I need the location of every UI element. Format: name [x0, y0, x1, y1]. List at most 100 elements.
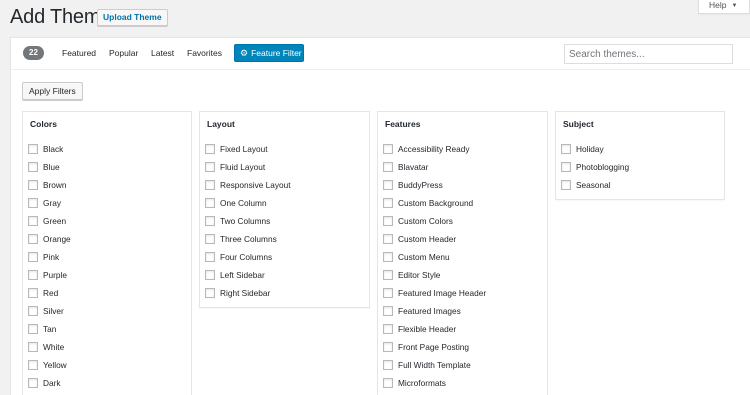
- checkbox[interactable]: [383, 288, 393, 298]
- option-label: Dark: [43, 378, 61, 388]
- filter-group-features: Features Accessibility Ready Blavatar Bu…: [377, 111, 548, 395]
- option-label: Tan: [43, 324, 57, 334]
- option-label: Fluid Layout: [220, 162, 266, 172]
- checkbox[interactable]: [205, 252, 215, 262]
- chevron-down-icon: ▼: [731, 3, 738, 9]
- checkbox[interactable]: [28, 306, 38, 316]
- checkbox[interactable]: [28, 144, 38, 154]
- theme-count-badge: 22: [23, 46, 44, 60]
- checkbox[interactable]: [205, 234, 215, 244]
- checkbox[interactable]: [383, 180, 393, 190]
- option-label: Red: [43, 288, 59, 298]
- checkbox[interactable]: [383, 162, 393, 172]
- option-label: Fixed Layout: [220, 144, 268, 154]
- checkbox[interactable]: [28, 288, 38, 298]
- option-label: Four Columns: [220, 252, 273, 262]
- help-label: Help: [709, 0, 727, 10]
- option-label: Three Columns: [220, 234, 277, 244]
- checkbox[interactable]: [561, 144, 571, 154]
- checkbox[interactable]: [383, 270, 393, 280]
- option-label: Custom Colors: [398, 216, 453, 226]
- checkbox[interactable]: [383, 324, 393, 334]
- option-label: Seasonal: [576, 180, 611, 190]
- help-tab[interactable]: Help ▼: [698, 0, 750, 14]
- option-label: One Column: [220, 198, 267, 208]
- checkbox[interactable]: [28, 216, 38, 226]
- option-label: Holiday: [576, 144, 604, 154]
- upload-theme-button[interactable]: Upload Theme: [97, 9, 168, 26]
- filter-group-title: Features: [385, 119, 421, 129]
- option-label: Featured Image Header: [398, 288, 487, 298]
- tab-latest[interactable]: Latest: [151, 48, 174, 58]
- option-label: Right Sidebar: [220, 288, 271, 298]
- option-label: Gray: [43, 198, 61, 208]
- option-label: Custom Menu: [398, 252, 450, 262]
- option-label: Yellow: [43, 360, 67, 370]
- option-label: Photoblogging: [576, 162, 630, 172]
- checkbox[interactable]: [205, 198, 215, 208]
- checkbox[interactable]: [561, 180, 571, 190]
- tab-featured[interactable]: Featured: [62, 48, 96, 58]
- option-label: Green: [43, 216, 67, 226]
- checkbox[interactable]: [383, 378, 393, 388]
- checkbox[interactable]: [28, 360, 38, 370]
- checkbox[interactable]: [28, 378, 38, 388]
- option-label: Pink: [43, 252, 60, 262]
- filter-group-colors: Colors Black Blue Brown Gray Green Orang…: [22, 111, 192, 395]
- option-label: Left Sidebar: [220, 270, 265, 280]
- feature-filter-button[interactable]: ⚙ Feature Filter: [234, 44, 304, 62]
- filter-group-title: Colors: [30, 119, 57, 129]
- checkbox[interactable]: [383, 216, 393, 226]
- filter-bar: 22 Featured Popular Latest Favorites ⚙ Fe…: [10, 37, 750, 70]
- checkbox[interactable]: [383, 360, 393, 370]
- checkbox[interactable]: [28, 162, 38, 172]
- option-label: Editor Style: [398, 270, 441, 280]
- checkbox[interactable]: [383, 342, 393, 352]
- filter-group-title: Layout: [207, 119, 235, 129]
- checkbox[interactable]: [28, 324, 38, 334]
- tab-favorites[interactable]: Favorites: [187, 48, 222, 58]
- option-label: Two Columns: [220, 216, 271, 226]
- option-label: Flexible Header: [398, 324, 457, 334]
- option-label: Silver: [43, 306, 64, 316]
- checkbox[interactable]: [383, 252, 393, 262]
- checkbox[interactable]: [205, 270, 215, 280]
- option-label: Orange: [43, 234, 71, 244]
- filter-group-subject: Subject Holiday Photoblogging Seasonal: [555, 111, 725, 200]
- checkbox[interactable]: [28, 252, 38, 262]
- apply-filters-button[interactable]: Apply Filters: [22, 82, 83, 100]
- checkbox[interactable]: [28, 234, 38, 244]
- option-label: Custom Background: [398, 198, 474, 208]
- option-label: Full Width Template: [398, 360, 471, 370]
- checkbox[interactable]: [28, 342, 38, 352]
- checkbox[interactable]: [383, 198, 393, 208]
- option-label: Featured Images: [398, 306, 461, 316]
- checkbox[interactable]: [205, 180, 215, 190]
- checkbox[interactable]: [28, 180, 38, 190]
- option-label: Microformats: [398, 378, 446, 388]
- option-label: Accessibility Ready: [398, 144, 470, 154]
- option-label: Brown: [43, 180, 67, 190]
- checkbox[interactable]: [561, 162, 571, 172]
- option-label: Front Page Posting: [398, 342, 470, 352]
- checkbox[interactable]: [205, 162, 215, 172]
- tab-popular[interactable]: Popular: [109, 48, 138, 58]
- option-label: White: [43, 342, 65, 352]
- option-label: Responsive Layout: [220, 180, 291, 190]
- checkbox[interactable]: [383, 306, 393, 316]
- search-input[interactable]: [564, 44, 733, 64]
- option-label: Blavatar: [398, 162, 429, 172]
- checkbox[interactable]: [205, 288, 215, 298]
- filter-group-layout: Layout Fixed Layout Fluid Layout Respons…: [199, 111, 370, 308]
- feature-filter-label: Feature Filter: [251, 48, 302, 58]
- checkbox[interactable]: [205, 144, 215, 154]
- checkbox[interactable]: [205, 216, 215, 226]
- filter-group-title: Subject: [563, 119, 594, 129]
- checkbox[interactable]: [383, 234, 393, 244]
- option-label: BuddyPress: [398, 180, 443, 190]
- checkbox[interactable]: [28, 198, 38, 208]
- checkbox[interactable]: [383, 144, 393, 154]
- checkbox[interactable]: [28, 270, 38, 280]
- option-label: Black: [43, 144, 64, 154]
- option-label: Purple: [43, 270, 67, 280]
